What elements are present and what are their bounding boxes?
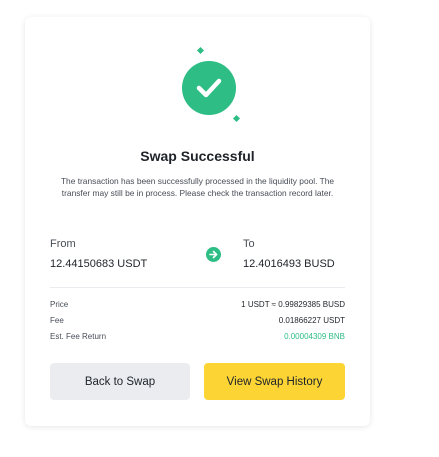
arrow-right-icon — [206, 247, 221, 262]
fee-row: Fee 0.01866227 USDT — [50, 316, 345, 328]
result-description: The transaction has been successfully pr… — [60, 176, 335, 198]
fee-return-label: Est. Fee Return — [50, 332, 107, 341]
divider — [50, 287, 345, 288]
view-swap-history-button[interactable]: View Swap History — [204, 363, 345, 400]
price-value: 1 USDT ≈ 0.99829385 BUSD — [241, 300, 345, 309]
fee-value: 0.01866227 USDT — [278, 316, 345, 325]
price-label: Price — [50, 300, 69, 309]
price-row: Price 1 USDT ≈ 0.99829385 BUSD — [50, 300, 345, 312]
page-title: Swap Successful — [140, 148, 255, 164]
success-illustration — [172, 45, 252, 125]
back-to-swap-button[interactable]: Back to Swap — [50, 363, 190, 400]
fee-label: Fee — [50, 316, 64, 325]
sparkle-icon — [196, 46, 205, 55]
check-circle-icon — [182, 61, 236, 115]
from-amount: 12.44150683 USDT — [50, 258, 148, 270]
from-label: From — [50, 238, 76, 250]
swap-success-card: Swap Successful The transaction has been… — [25, 17, 370, 426]
fee-return-value: 0.00004309 BNB — [284, 332, 345, 341]
to-amount: 12.4016493 BUSD — [243, 258, 335, 270]
sparkle-icon — [232, 114, 241, 123]
fee-return-row: Est. Fee Return 0.00004309 BNB — [50, 332, 345, 344]
to-label: To — [243, 238, 255, 250]
